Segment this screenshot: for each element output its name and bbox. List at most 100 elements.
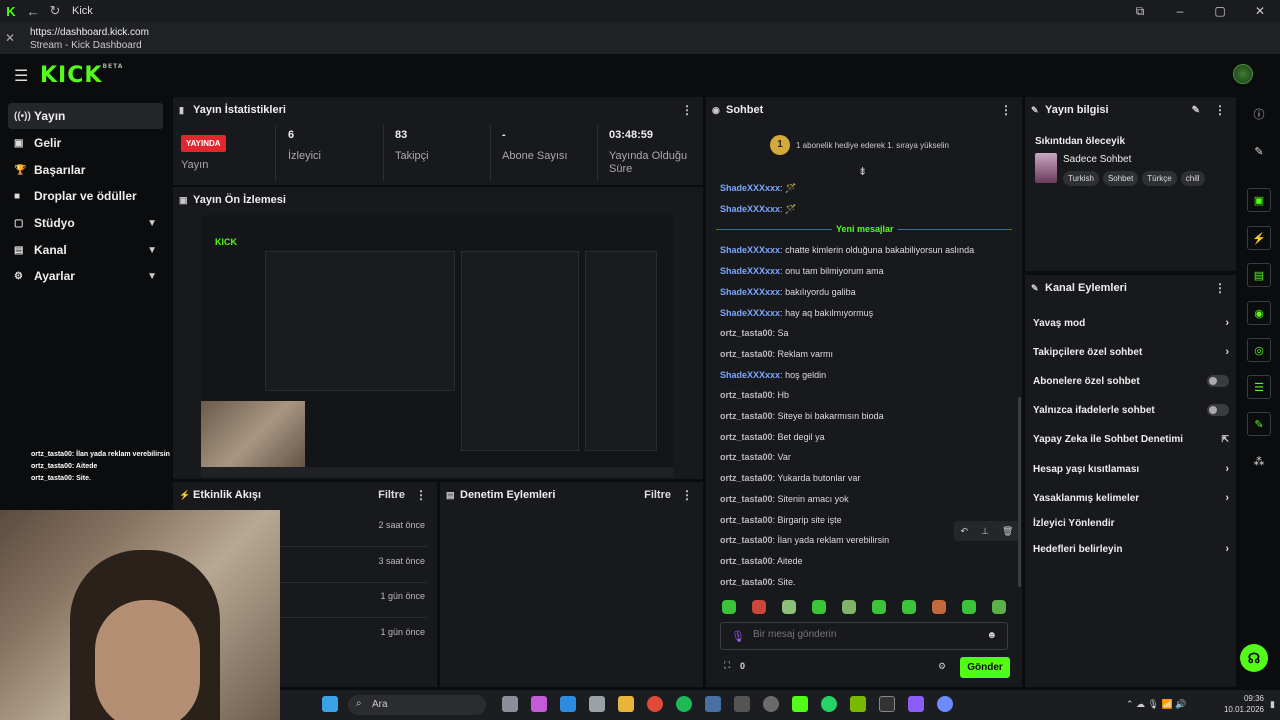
chat-username[interactable]: ShadeXXXxxx [720, 287, 780, 297]
filter-button[interactable]: Filtre [378, 489, 405, 501]
more-icon[interactable]: ⋮ [1000, 103, 1012, 117]
nvidia-icon[interactable] [850, 696, 866, 712]
more-icon[interactable]: ⋮ [681, 488, 693, 502]
action-subscribers-only[interactable]: Abonelere özel sohbet [1033, 375, 1229, 387]
document-icon[interactable]: ▤ [1247, 263, 1271, 287]
sidebar-item-ayarlar[interactable]: ⚙ Ayarlar ▼ [8, 263, 163, 289]
chat-message[interactable]: ortz_tasta00: Yukarda butonlar var [720, 473, 860, 483]
n-app-icon[interactable] [908, 696, 924, 712]
chat-message[interactable]: ShadeXXXxxx: 🪄 [720, 204, 796, 215]
chat-username[interactable]: ShadeXXXxxx [720, 370, 780, 380]
preview-icon[interactable]: ▣ [1247, 188, 1271, 212]
gift-prompt[interactable]: 1 abonelik hediye ederek 1. sıraya yükse… [796, 141, 949, 150]
support-chat-icon[interactable]: ☊ [1240, 644, 1268, 672]
chat-message[interactable]: ortz_tasta00: Hb [720, 390, 789, 400]
chat-username[interactable]: ortz_tasta00 [720, 535, 773, 545]
sidebar-item-droplar[interactable]: ■ Droplar ve ödüller [8, 183, 163, 209]
avatar[interactable] [1233, 64, 1253, 84]
emote[interactable] [722, 600, 736, 614]
action-ai-moderation[interactable]: Yapay Zeka ile Sohbet Denetimi ⇱ [1033, 434, 1229, 445]
sidebar-item-basarilar[interactable]: 🏆 Başarılar [8, 157, 163, 183]
chat-settings-icon[interactable]: ⚙ [938, 661, 946, 672]
lightning-icon[interactable]: ⚡ [1247, 226, 1271, 250]
emote[interactable] [962, 600, 976, 614]
emote[interactable] [812, 600, 826, 614]
tag[interactable]: Turkish [1063, 171, 1099, 186]
minimize-button[interactable]: – [1160, 4, 1200, 19]
spotify-icon[interactable] [676, 696, 692, 712]
tag[interactable]: chill [1180, 171, 1205, 186]
chat-username[interactable]: ShadeXXXxxx [720, 308, 780, 318]
sidebar-item-studyo[interactable]: ▢ Stüdyo ▼ [8, 210, 163, 236]
chat-message[interactable]: ortz_tasta00: Sitenin amacı yok [720, 494, 849, 504]
emote[interactable] [932, 600, 946, 614]
chat-message[interactable]: ortz_tasta00: Var [720, 452, 791, 462]
microphone-icon[interactable]: 🎙 [731, 630, 745, 643]
chat-username[interactable]: ortz_tasta00 [720, 494, 773, 504]
obs-icon[interactable] [763, 696, 779, 712]
emote[interactable] [992, 600, 1006, 614]
tag[interactable]: Türkçe [1142, 171, 1177, 186]
toggle-switch[interactable] [1207, 375, 1229, 387]
chat-username[interactable]: ShadeXXXxxx [720, 266, 780, 276]
chat-username[interactable]: ShadeXXXxxx [720, 245, 780, 255]
chat-message[interactable]: ortz_tasta00: Siteye bi bakarmısın bioda [720, 411, 884, 421]
emote[interactable] [842, 600, 856, 614]
list-icon[interactable]: ☰ [1247, 375, 1271, 399]
reload-icon[interactable]: ↻ [44, 3, 66, 19]
tray-icons[interactable]: ⌃ ☁ 🎙 📶 🔊 [1126, 699, 1186, 710]
edit-icon[interactable]: ✎ [1192, 105, 1200, 116]
chrome-icon[interactable] [647, 696, 663, 712]
send-button[interactable]: Gönder [960, 657, 1010, 678]
chat-username[interactable]: ortz_tasta00 [720, 556, 773, 566]
menu-icon[interactable]: ☰ [14, 66, 28, 86]
emote[interactable] [752, 600, 766, 614]
action-banned-words[interactable]: Yasaklanmış kelimeler › [1033, 492, 1229, 504]
chat-message[interactable]: ShadeXXXxxx: hay aq bakılmıyormuş [720, 308, 873, 318]
emote[interactable] [782, 600, 796, 614]
chat-message[interactable]: ortz_tasta00: Site. [720, 577, 796, 587]
chat-message[interactable]: ShadeXXXxxx: 🪄 [720, 183, 796, 194]
chat-message[interactable]: ortz_tasta00: Aitede [720, 556, 803, 566]
toggle-switch[interactable] [1207, 404, 1229, 416]
copilot-icon[interactable] [531, 696, 547, 712]
kick-app-icon[interactable] [792, 696, 808, 712]
action-followers-only[interactable]: Takipçilere özel sohbet › [1033, 346, 1229, 358]
windows-start-icon[interactable] [322, 696, 338, 712]
pin-chevron-icon[interactable]: ⇟ [858, 165, 867, 178]
whatsapp-icon[interactable] [821, 696, 837, 712]
chat-username[interactable]: ortz_tasta00 [720, 432, 773, 442]
chat-message[interactable]: ortz_tasta00: İlan yada reklam verebilir… [720, 535, 889, 545]
sidebar-item-yayin[interactable]: ((•)) Yayın [8, 103, 163, 129]
action-host-viewers[interactable]: İzleyici Yönlendir [1033, 518, 1229, 529]
sidebar-item-gelir[interactable]: ▣ Gelir [8, 130, 163, 156]
chat-username[interactable]: ortz_tasta00 [720, 515, 773, 525]
chat-icon[interactable]: ◉ [1247, 301, 1271, 325]
maximize-button[interactable]: ▢ [1200, 4, 1240, 19]
store-icon[interactable] [589, 696, 605, 712]
chat-username[interactable]: ShadeXXXxxx [720, 204, 780, 214]
filter-button[interactable]: Filtre [644, 489, 671, 501]
sidebar-item-kanal[interactable]: ▤ Kanal ▼ [8, 237, 163, 263]
action-set-goals[interactable]: Hedefleri belirleyin › [1033, 543, 1229, 555]
app-icon[interactable] [937, 696, 953, 712]
extensions-icon[interactable]: ⧉ [1120, 4, 1160, 19]
chat-username[interactable]: ortz_tasta00 [720, 452, 773, 462]
address-bar[interactable]: ✕ https://dashboard.kick.com Stream - Ki… [0, 22, 1280, 54]
chat-message[interactable]: ShadeXXXxxx: chatte kimlerin olduğuna ba… [720, 245, 974, 255]
more-icon[interactable]: ⋮ [415, 488, 427, 502]
action-slow-mode[interactable]: Yavaş mod › [1033, 317, 1229, 329]
emoji-icon[interactable]: ☻ [986, 630, 997, 641]
chat-message[interactable]: ortz_tasta00: Birgarip site işte [720, 515, 842, 525]
close-icon[interactable]: ✕ [5, 31, 15, 45]
folder-icon[interactable] [618, 696, 634, 712]
steam-icon[interactable] [705, 696, 721, 712]
broadcast-icon[interactable]: ◎ [1247, 338, 1271, 362]
taskbar-search[interactable]: ⌕ Ara [348, 695, 486, 715]
chat-username[interactable]: ortz_tasta00 [720, 473, 773, 483]
chat-message[interactable]: ShadeXXXxxx: onu tam bilmiyorum ama [720, 266, 884, 276]
info-icon[interactable]: ⓘ [1247, 103, 1271, 127]
clock-date[interactable]: 10.01.2026 [1200, 705, 1264, 714]
chat-username[interactable]: ortz_tasta00 [720, 328, 773, 338]
chat-username[interactable]: ortz_tasta00 [720, 577, 773, 587]
